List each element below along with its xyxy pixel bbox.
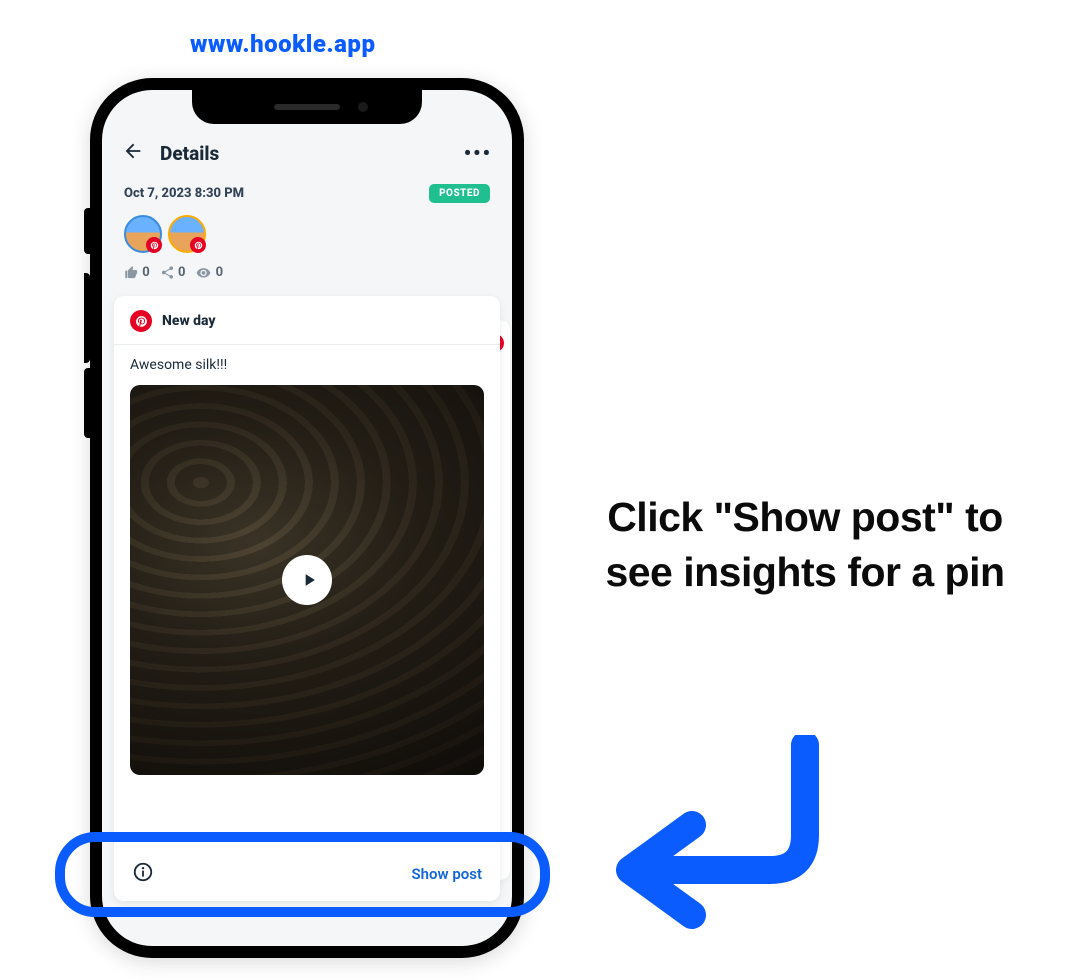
thumbs-up-icon — [124, 265, 139, 280]
back-button[interactable] — [122, 140, 144, 166]
back-arrow-icon — [122, 140, 144, 162]
eye-icon — [195, 265, 212, 280]
account-avatar[interactable] — [124, 215, 162, 253]
post-timestamp: Oct 7, 2023 8:30 PM — [124, 186, 244, 201]
account-avatar[interactable] — [168, 215, 206, 253]
side-button-mute — [84, 208, 90, 254]
pinterest-badge-icon — [146, 237, 162, 253]
views-metric: 0 — [195, 265, 223, 280]
pinterest-icon — [130, 310, 152, 332]
share-icon — [160, 265, 175, 280]
post-media-video[interactable] — [130, 385, 484, 775]
post-meta: Oct 7, 2023 8:30 PM POSTED 0 0 0 — [102, 166, 512, 280]
phone-notch — [192, 90, 422, 124]
post-card: New day Awesome silk!!! Show post — [114, 296, 500, 901]
side-button-power — [84, 273, 90, 363]
post-metrics: 0 0 0 — [124, 265, 490, 280]
phone-screen: Details ••• Oct 7, 2023 8:30 PM POSTED — [102, 90, 512, 946]
highlight-rectangle — [55, 832, 550, 917]
canvas: www.hookle.app Details ••• Oct — [0, 0, 1080, 980]
status-badge: POSTED — [429, 184, 490, 203]
annotation-url: www.hookle.app — [190, 30, 375, 58]
annotation-instruction: Click "Show post" to see insights for a … — [570, 490, 1040, 601]
page-title: Details — [160, 142, 219, 165]
annotation-arrow-icon — [610, 735, 830, 935]
pinterest-badge-icon — [190, 237, 206, 253]
play-icon — [299, 570, 319, 590]
shares-metric: 0 — [160, 265, 186, 280]
phone-frame: Details ••• Oct 7, 2023 8:30 PM POSTED — [90, 78, 524, 958]
card-title: New day — [162, 313, 216, 329]
side-button-vol-down — [84, 368, 90, 438]
post-text: Awesome silk!!! — [130, 357, 484, 373]
play-button[interactable] — [282, 555, 332, 605]
likes-metric: 0 — [124, 265, 150, 280]
account-avatars — [124, 215, 490, 253]
